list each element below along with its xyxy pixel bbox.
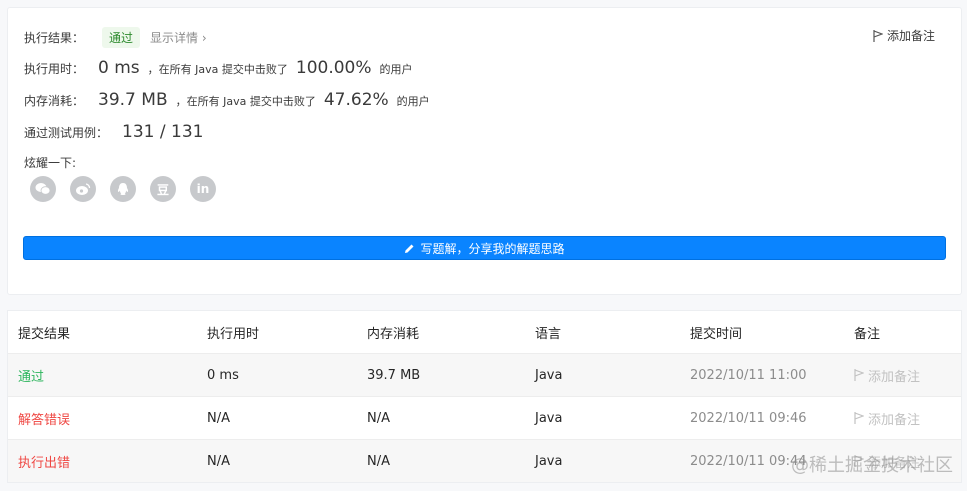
memory-prefix: ，在所有 Java 提交中击败了 bbox=[175, 95, 316, 108]
row-language: Java bbox=[535, 367, 563, 383]
douban-icon[interactable]: 豆 bbox=[150, 176, 176, 202]
runtime-row: 执行用时： 0 ms ，在所有 Java 提交中击败了 100.00% 的用户 bbox=[24, 58, 413, 78]
row-runtime: N/A bbox=[207, 453, 230, 469]
row-runtime: 0 ms bbox=[207, 367, 239, 383]
row-submit-time: 2022/10/11 09:46 bbox=[690, 410, 807, 426]
flag-icon bbox=[854, 369, 864, 381]
row-memory: N/A bbox=[367, 410, 390, 426]
header-language: 语言 bbox=[535, 326, 562, 342]
runtime-value: 0 ms bbox=[98, 58, 140, 78]
qq-icon[interactable] bbox=[110, 176, 136, 202]
share-label: 炫耀一下: bbox=[24, 156, 77, 170]
row-add-remark-label: 添加备注 bbox=[868, 369, 921, 385]
exec-result-label: 执行结果： bbox=[24, 31, 85, 45]
share-row-label: 炫耀一下: bbox=[24, 154, 76, 171]
wechat-icon[interactable] bbox=[30, 176, 56, 202]
memory-value: 39.7 MB bbox=[98, 90, 168, 110]
header-runtime: 执行用时 bbox=[207, 326, 260, 342]
qq-glyph-icon bbox=[117, 183, 129, 195]
header-remark: 备注 bbox=[854, 326, 881, 342]
memory-suffix: 的用户 bbox=[396, 95, 430, 108]
flag-icon bbox=[854, 412, 864, 424]
pencil-icon bbox=[405, 244, 414, 253]
write-solution-label: 写题解，分享我的解题思路 bbox=[420, 241, 565, 256]
douban-glyph: 豆 bbox=[156, 182, 169, 197]
runtime-label: 执行用时： bbox=[24, 62, 85, 76]
flag-icon bbox=[873, 29, 883, 42]
memory-percent: 47.62% bbox=[323, 90, 389, 110]
linkedin-icon[interactable]: in bbox=[190, 176, 216, 202]
header-submit-time: 提交时间 bbox=[690, 326, 743, 342]
row-result[interactable]: 通过 bbox=[8, 366, 207, 385]
add-remark-label: 添加备注 bbox=[886, 29, 935, 43]
add-remark-button[interactable]: 添加备注 bbox=[873, 27, 935, 44]
memory-label: 内存消耗： bbox=[24, 94, 85, 108]
header-result: 提交结果 bbox=[18, 326, 71, 342]
row-add-remark[interactable]: 添加备注 bbox=[854, 366, 961, 385]
runtime-prefix: ，在所有 Java 提交中击败了 bbox=[147, 63, 288, 76]
exec-result-row: 执行结果： 通过 显示详情 › bbox=[24, 27, 207, 48]
row-language: Java bbox=[535, 410, 563, 426]
result-card: 执行结果： 通过 显示详情 › 添加备注 执行用时： 0 ms ，在所有 Jav… bbox=[7, 7, 962, 295]
watermark: @稀土掘金技术社区 bbox=[791, 455, 953, 476]
share-icons: 豆 in bbox=[30, 176, 216, 202]
tests-label: 通过测试用例： bbox=[24, 126, 109, 140]
tests-value: 131 / 131 bbox=[122, 122, 204, 142]
runtime-suffix: 的用户 bbox=[379, 63, 413, 76]
row-submit-time: 2022/10/11 11:00 bbox=[690, 367, 807, 383]
tests-row: 通过测试用例： 131 / 131 bbox=[24, 122, 203, 142]
write-solution-button[interactable]: 写题解，分享我的解题思路 bbox=[23, 236, 946, 260]
linkedin-glyph: in bbox=[196, 182, 210, 196]
weibo-icon[interactable] bbox=[70, 176, 96, 202]
memory-row: 内存消耗： 39.7 MB ，在所有 Java 提交中击败了 47.62% 的用… bbox=[24, 90, 430, 110]
row-result[interactable]: 执行出错 bbox=[8, 452, 207, 471]
table-row[interactable]: 解答错误 N/A N/A Java 2022/10/11 09:46 添加备注 bbox=[8, 396, 961, 439]
table-row[interactable]: 通过 0 ms 39.7 MB Java 2022/10/11 11:00 添加… bbox=[8, 353, 961, 396]
show-details-link[interactable]: 显示详情 › bbox=[150, 29, 207, 46]
row-add-remark-label: 添加备注 bbox=[868, 412, 921, 428]
row-memory: 39.7 MB bbox=[367, 367, 421, 383]
header-memory: 内存消耗 bbox=[367, 326, 420, 342]
wechat-glyph-icon bbox=[35, 183, 51, 195]
row-add-remark[interactable]: 添加备注 bbox=[854, 409, 961, 428]
status-badge: 通过 bbox=[102, 27, 141, 48]
row-language: Java bbox=[535, 453, 563, 469]
weibo-glyph-icon bbox=[76, 183, 91, 195]
runtime-percent: 100.00% bbox=[295, 58, 372, 78]
row-result[interactable]: 解答错误 bbox=[8, 409, 207, 428]
row-memory: N/A bbox=[367, 453, 390, 469]
row-runtime: N/A bbox=[207, 410, 230, 426]
table-header-row: 提交结果 执行用时 内存消耗 语言 提交时间 备注 bbox=[8, 311, 961, 353]
